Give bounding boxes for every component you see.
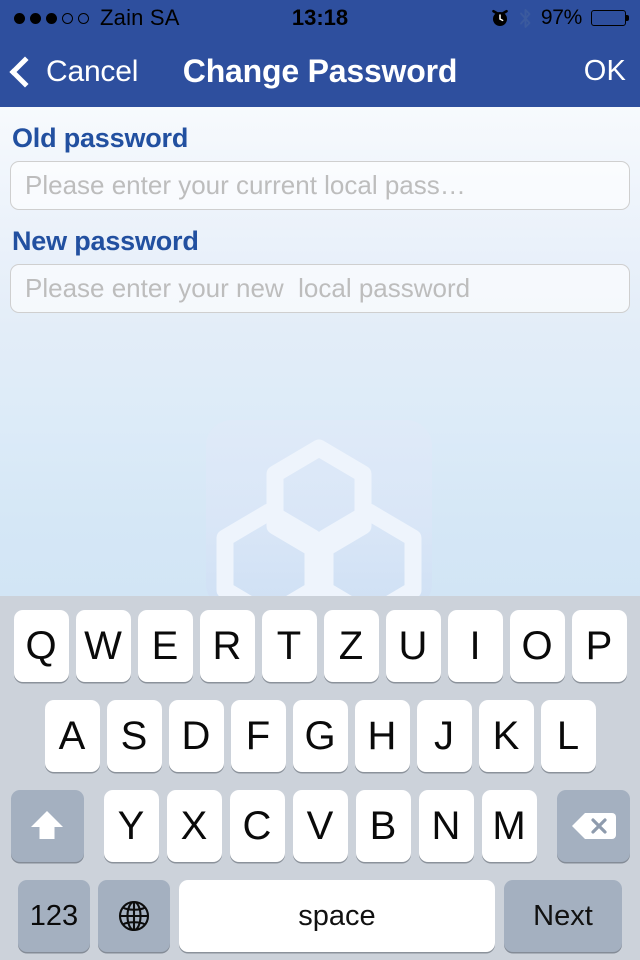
alarm-clock-icon: [492, 9, 508, 26]
keyboard-row-4: 123 space Next: [0, 880, 640, 952]
key-q[interactable]: Q: [13, 610, 69, 682]
key-k[interactable]: K: [478, 700, 534, 772]
globe-icon: [118, 900, 150, 932]
key-b[interactable]: B: [355, 790, 411, 862]
key-f[interactable]: F: [230, 700, 286, 772]
old-password-input[interactable]: [10, 161, 630, 210]
signal-dot-empty: [78, 12, 89, 24]
carrier-name: Zain SA: [100, 5, 180, 30]
cancel-button[interactable]: Cancel: [9, 54, 139, 89]
status-bar: Zain SA 13:18 97%: [0, 0, 640, 36]
space-key[interactable]: space: [179, 880, 495, 952]
keyboard-row-2: A S D F G H J K L: [0, 700, 640, 772]
status-bar-left: Zain SA: [14, 5, 180, 31]
return-key[interactable]: Next: [504, 880, 622, 952]
key-r[interactable]: R: [199, 610, 255, 682]
globe-key[interactable]: [98, 880, 170, 952]
key-t[interactable]: T: [261, 610, 317, 682]
key-w[interactable]: W: [75, 610, 131, 682]
ok-button[interactable]: OK: [584, 55, 626, 88]
key-e[interactable]: E: [137, 610, 193, 682]
key-c[interactable]: C: [229, 790, 285, 862]
keyboard-row-3: Y X C V B N M: [0, 790, 640, 862]
signal-dot-filled: [30, 12, 41, 24]
key-g[interactable]: G: [292, 700, 348, 772]
old-password-label: Old password: [12, 123, 189, 153]
signal-strength-icon: [14, 12, 89, 24]
chevron-left-icon: [9, 55, 41, 88]
key-a[interactable]: A: [44, 700, 100, 772]
key-j[interactable]: J: [416, 700, 472, 772]
battery-icon: [591, 10, 629, 26]
screen-change-password: Zain SA 13:18 97% Cancel Change Password…: [0, 0, 640, 960]
key-d[interactable]: D: [168, 700, 224, 772]
signal-dot-filled: [46, 12, 57, 24]
key-u[interactable]: U: [385, 610, 441, 682]
key-z[interactable]: Z: [323, 610, 379, 682]
numeric-key[interactable]: 123: [18, 880, 90, 952]
key-l[interactable]: L: [540, 700, 596, 772]
signal-dot-filled: [14, 12, 25, 24]
signal-dot-empty: [62, 12, 73, 24]
key-o[interactable]: O: [509, 610, 565, 682]
key-n[interactable]: N: [418, 790, 474, 862]
app-logo-watermark: [206, 420, 432, 596]
backspace-icon: [572, 813, 616, 839]
status-bar-right: 97%: [490, 6, 629, 30]
key-p[interactable]: P: [571, 610, 627, 682]
backspace-key[interactable]: [556, 790, 630, 862]
key-i[interactable]: I: [447, 610, 503, 682]
on-screen-keyboard: Q W E R T Z U I O P A S D F G H J K L Y …: [0, 596, 640, 960]
key-v[interactable]: V: [292, 790, 348, 862]
key-h[interactable]: H: [354, 700, 410, 772]
keyboard-row-1: Q W E R T Z U I O P: [0, 610, 640, 682]
shift-icon: [31, 811, 63, 839]
navigation-bar: Cancel Change Password OK: [0, 36, 640, 107]
shift-key[interactable]: [10, 790, 84, 862]
key-m[interactable]: M: [481, 790, 537, 862]
new-password-label: New password: [12, 226, 199, 256]
cancel-button-label: Cancel: [46, 54, 139, 88]
key-x[interactable]: X: [166, 790, 222, 862]
key-s[interactable]: S: [106, 700, 162, 772]
new-password-input[interactable]: [10, 264, 630, 313]
bluetooth-icon: [519, 8, 531, 28]
battery-percentage: 97%: [540, 6, 582, 29]
form-content: Old password New password: [0, 107, 640, 596]
key-y[interactable]: Y: [103, 790, 159, 862]
